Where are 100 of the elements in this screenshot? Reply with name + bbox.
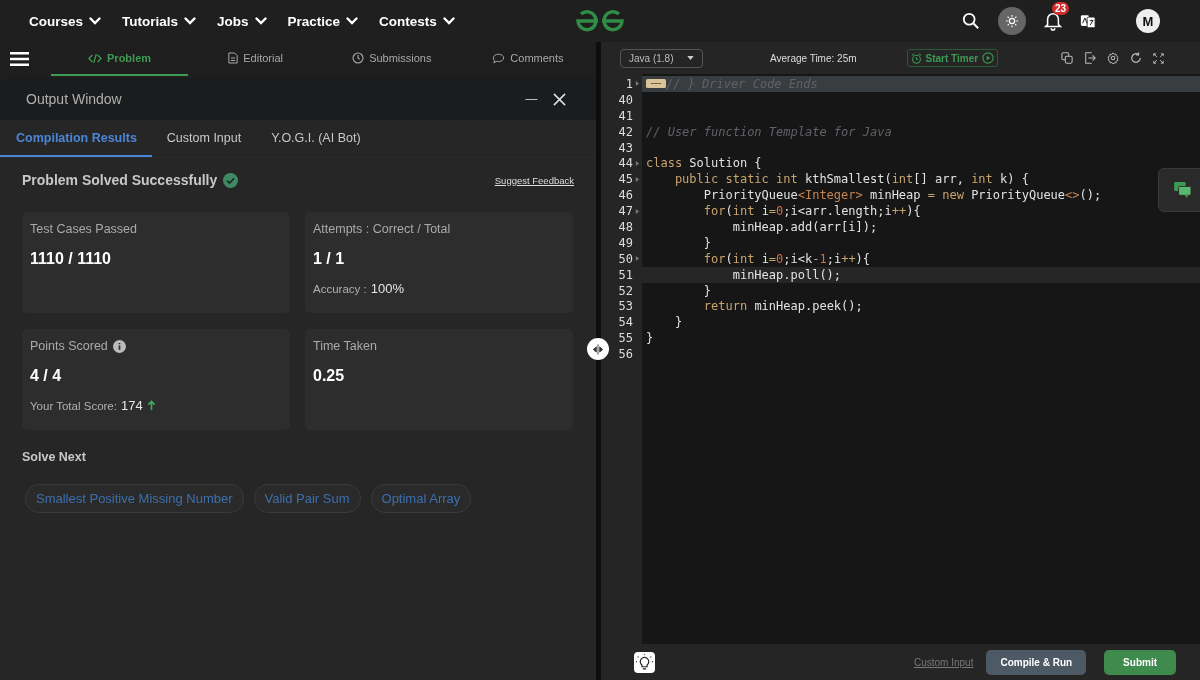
compile-run-button[interactable]: Compile & Run	[986, 649, 1087, 675]
nav-menu-item[interactable]: Courses	[29, 13, 102, 29]
nav-menu-item[interactable]: Practice	[287, 13, 359, 29]
alarm-clock-icon	[910, 52, 922, 64]
nav-menu-item[interactable]: Jobs	[217, 13, 267, 29]
line-number: 50	[618, 251, 633, 266]
code-line: for(int i=0;i<arr.length;i++){	[702, 204, 921, 219]
chat-button[interactable]	[1158, 168, 1200, 212]
stat-value: 0.25	[313, 367, 346, 385]
output-tab[interactable]: Y.O.G.I. (AI Bot)	[256, 120, 376, 157]
sun-icon	[1005, 14, 1019, 28]
output-tab[interactable]: Custom Input	[151, 120, 257, 157]
code-line: for(int i=0;i<k-1;i++){	[702, 251, 871, 266]
stat-note-value: 174	[120, 398, 143, 413]
lightbulb-icon	[636, 653, 653, 671]
split-arrows-icon	[592, 343, 604, 355]
fold-arrow-icon[interactable]	[635, 256, 640, 262]
line-number: 40	[618, 92, 633, 107]
stat-label: Time Taken	[313, 339, 377, 353]
line-number: 45	[618, 172, 633, 187]
theme-toggle-button[interactable]	[998, 7, 1026, 35]
fold-arrow-icon[interactable]	[635, 208, 640, 214]
suggest-feedback-link[interactable]: Suggest Feedback	[494, 174, 574, 186]
copy-icon[interactable]	[1061, 52, 1074, 64]
problem-tab[interactable]: Comments	[459, 42, 596, 76]
stat-note-value: 100%	[370, 281, 404, 296]
stat-note-label: Your Total Score:	[30, 399, 117, 412]
code-icon	[88, 52, 102, 64]
comment-icon	[492, 52, 506, 64]
fold-arrow-icon[interactable]	[635, 176, 640, 182]
hint-button[interactable]	[634, 651, 655, 673]
line-number: 1	[625, 76, 633, 91]
code-line: minHeap.poll();	[731, 267, 842, 282]
code-line: // User function Template for Java	[646, 124, 892, 139]
chevron-down-icon	[346, 17, 359, 25]
chevron-down-icon	[442, 17, 455, 25]
line-number: 42	[618, 124, 633, 139]
minimize-icon[interactable]	[524, 97, 539, 101]
logo-icon[interactable]	[574, 9, 626, 33]
line-number: 49	[618, 235, 633, 250]
code-line: }	[673, 315, 683, 330]
line-number: 46	[618, 188, 633, 203]
code-line: }	[702, 283, 712, 298]
search-icon[interactable]	[962, 12, 980, 30]
line-number: 47	[618, 204, 633, 219]
line-number: 52	[618, 283, 633, 298]
clock-icon	[352, 52, 365, 64]
stat-value: 1110 / 1110	[30, 250, 112, 268]
reset-icon[interactable]	[1130, 52, 1143, 64]
stat-label: Attempts : Correct / Total	[313, 222, 451, 236]
chat-bubbles-icon	[1174, 182, 1192, 198]
fold-arrow-icon[interactable]	[635, 81, 640, 87]
stat-value: 4 / 4	[30, 367, 63, 385]
start-timer-button[interactable]: Start Timer	[906, 49, 999, 67]
code-line: public static int kthSmallest(int[] arr, int k) {	[673, 172, 1029, 187]
translate-icon[interactable]	[1080, 13, 1096, 29]
folded-code-marker-icon[interactable]	[646, 79, 666, 89]
play-circle-icon	[982, 52, 995, 64]
line-number: 41	[618, 108, 633, 123]
problem-tab[interactable]: Submissions	[323, 42, 460, 76]
bell-icon[interactable]	[1044, 11, 1062, 31]
output-tab[interactable]: Compilation Results	[0, 120, 152, 157]
code-line: return minHeap.peek();	[702, 299, 863, 314]
user-avatar[interactable]: M	[1136, 9, 1160, 33]
code-line: }	[702, 235, 712, 250]
line-number: 56	[618, 347, 633, 362]
line-number: 53	[618, 299, 633, 314]
caret-icon	[687, 56, 694, 60]
fullscreen-icon[interactable]	[1153, 52, 1165, 64]
close-icon[interactable]	[553, 92, 566, 106]
chevron-down-icon	[184, 17, 197, 25]
code-line: minHeap.add(arr[i]);	[731, 219, 878, 234]
check-circle-icon	[223, 172, 239, 188]
chevron-down-icon	[89, 17, 102, 25]
submit-button[interactable]: Submit	[1104, 649, 1176, 675]
nav-menu-item[interactable]: Contests	[379, 13, 455, 29]
document-icon	[228, 52, 239, 64]
stat-label: Test Cases Passed	[30, 222, 137, 236]
problem-tab[interactable]: Problem	[51, 42, 188, 76]
nav-menu-item[interactable]: Tutorials	[122, 13, 197, 29]
fold-arrow-icon[interactable]	[635, 160, 640, 166]
line-number: 48	[618, 219, 633, 234]
line-number: 54	[618, 315, 633, 330]
output-window-title: Output Window	[26, 91, 122, 107]
settings-icon[interactable]	[1107, 52, 1120, 64]
chevron-down-icon	[254, 17, 267, 25]
average-time-label: Average Time: 25m	[770, 52, 857, 64]
code-line: PriorityQueue<Integer> minHeap = new PriorityQueue<>();	[702, 188, 1102, 203]
stat-value: 1 / 1	[313, 250, 346, 268]
import-icon[interactable]	[1084, 52, 1097, 64]
line-number: 51	[618, 267, 633, 282]
stat-label: Points Scored	[30, 339, 108, 353]
line-number: 44	[618, 156, 633, 171]
custom-input-link[interactable]: Custom Input	[913, 656, 974, 668]
problem-tab[interactable]: Editorial	[187, 42, 324, 76]
success-message: Problem Solved Successfully	[22, 172, 218, 188]
language-dropdown[interactable]: Java (1.8)	[620, 48, 703, 68]
info-icon[interactable]	[112, 339, 126, 353]
line-number: 55	[618, 331, 633, 346]
menu-icon[interactable]	[10, 51, 30, 67]
